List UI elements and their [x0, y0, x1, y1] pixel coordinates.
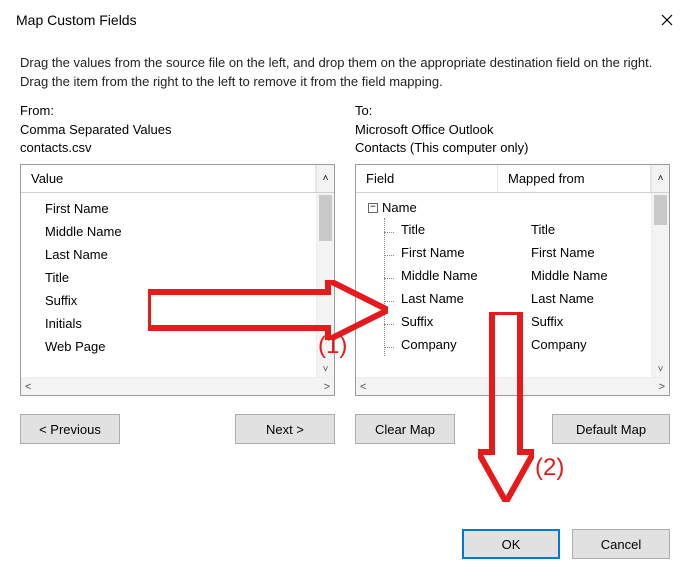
scrollbar-thumb[interactable]	[654, 195, 667, 225]
from-item[interactable]: First Name	[21, 197, 334, 220]
to-vscroll-up[interactable]: ˄	[651, 165, 669, 192]
from-filename: contacts.csv	[20, 139, 335, 158]
from-listbox[interactable]: Value ˄ First Name Middle Name Last Name…	[20, 164, 335, 396]
to-header-field[interactable]: Field	[356, 165, 498, 192]
from-item-label: Initials	[21, 316, 334, 331]
to-folder: Contacts (This computer only)	[355, 139, 670, 158]
chevron-up-icon: ˄	[323, 173, 329, 184]
to-horizontal-scrollbar[interactable]: < >	[356, 377, 669, 395]
from-vertical-scrollbar[interactable]: ˅	[316, 193, 334, 377]
to-field-label: Last Name	[385, 291, 527, 306]
ok-button[interactable]: OK	[462, 529, 560, 559]
to-field-row[interactable]: Last NameLast Name	[385, 287, 669, 310]
from-item-label: Suffix	[21, 293, 334, 308]
to-mapped-label: Last Name	[527, 291, 669, 306]
from-item-label: Last Name	[21, 247, 334, 262]
from-header-value[interactable]: Value	[21, 165, 316, 192]
from-panel: From: Comma Separated Values contacts.cs…	[20, 102, 335, 445]
from-item[interactable]: Suffix	[21, 289, 334, 312]
from-item-label: Web Page	[21, 339, 334, 354]
chevron-up-icon: ˄	[658, 173, 664, 184]
to-field-label: Middle Name	[385, 268, 527, 283]
cancel-button[interactable]: Cancel	[572, 529, 670, 559]
from-item[interactable]: Middle Name	[21, 220, 334, 243]
to-app: Microsoft Office Outlook	[355, 121, 670, 140]
to-field-label: Suffix	[385, 314, 527, 329]
to-tree-node-name[interactable]: − Name	[368, 197, 669, 218]
dialog-button-bar: OK Cancel	[462, 529, 670, 559]
from-item[interactable]: Web Page	[21, 335, 334, 358]
chevron-left-icon[interactable]: <	[25, 381, 31, 393]
clear-map-button[interactable]: Clear Map	[355, 414, 455, 444]
from-vscroll-up[interactable]: ˄	[316, 165, 334, 192]
to-field-label: Company	[385, 337, 527, 352]
to-field-row[interactable]: Middle NameMiddle Name	[385, 264, 669, 287]
from-item-label: Title	[21, 270, 334, 285]
to-tree-node-label: Name	[382, 200, 417, 215]
from-item[interactable]: Last Name	[21, 243, 334, 266]
from-item-label: First Name	[21, 201, 334, 216]
from-item[interactable]: Title	[21, 266, 334, 289]
close-button[interactable]	[644, 3, 690, 37]
from-horizontal-scrollbar[interactable]: < >	[21, 377, 334, 395]
to-mapped-label: Title	[527, 222, 669, 237]
to-field-row[interactable]: TitleTitle	[385, 218, 669, 241]
to-field-label: Title	[385, 222, 527, 237]
to-panel: To: Microsoft Office Outlook Contacts (T…	[355, 102, 670, 445]
from-item-label: Middle Name	[21, 224, 334, 239]
to-field-label: First Name	[385, 245, 527, 260]
to-label: To:	[355, 102, 670, 121]
to-field-row[interactable]: CompanyCompany	[385, 333, 669, 356]
close-icon	[661, 14, 673, 26]
tree-collapse-icon[interactable]: −	[368, 203, 378, 213]
to-field-row[interactable]: First NameFirst Name	[385, 241, 669, 264]
to-mapped-label: Middle Name	[527, 268, 669, 283]
to-header-mapped[interactable]: Mapped from	[498, 165, 651, 192]
to-mapped-label: Suffix	[527, 314, 669, 329]
chevron-left-icon[interactable]: <	[360, 381, 366, 393]
to-mapped-label: First Name	[527, 245, 669, 260]
chevron-down-icon[interactable]: ˅	[317, 361, 334, 377]
to-vertical-scrollbar[interactable]: ˅	[651, 193, 669, 377]
next-button[interactable]: Next >	[235, 414, 335, 444]
from-source-type: Comma Separated Values	[20, 121, 335, 140]
instructions-text: Drag the values from the source file on …	[0, 40, 690, 102]
to-mapped-label: Company	[527, 337, 669, 352]
scrollbar-thumb[interactable]	[319, 195, 332, 241]
to-field-row[interactable]: SuffixSuffix	[385, 310, 669, 333]
to-listbox[interactable]: Field Mapped from ˄ − Name TitleTitle Fi…	[355, 164, 670, 396]
from-item[interactable]: Initials	[21, 312, 334, 335]
previous-button[interactable]: < Previous	[20, 414, 120, 444]
chevron-down-icon[interactable]: ˅	[652, 361, 669, 377]
default-map-button[interactable]: Default Map	[552, 414, 670, 444]
chevron-right-icon[interactable]: >	[324, 381, 330, 393]
dialog-title: Map Custom Fields	[16, 12, 137, 28]
chevron-right-icon[interactable]: >	[659, 381, 665, 393]
annotation-step-2-label: (2)	[535, 454, 564, 482]
titlebar: Map Custom Fields	[0, 0, 690, 40]
from-label: From:	[20, 102, 335, 121]
